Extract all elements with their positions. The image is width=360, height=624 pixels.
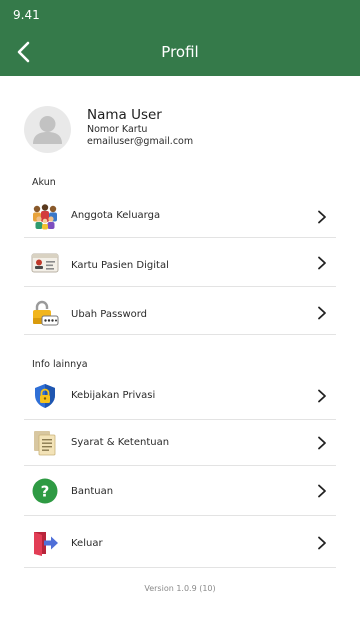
chevron-right-icon [318,389,326,403]
menu-label-change-password: Ubah Password [71,309,148,320]
chevron-right-icon [318,536,326,550]
menu-item-change-password[interactable]: Ubah Password [24,287,336,335]
menu-item-logout[interactable]: Keluar [24,516,336,568]
menu-label-privacy-policy: Kebijakan Privasi [71,390,156,401]
menu-label-terms-conditions: Syarat & Ketentuan [71,437,170,448]
logout-icon [34,532,58,556]
page-title: Profil [161,43,199,61]
status-time: 9.41 [13,8,40,22]
app-version: Version 1.0.9 (10) [144,584,216,593]
avatar [24,106,71,153]
profile-content: Nama User Nomor Kartu emailuser@gmail.co… [0,76,360,624]
menu-label-logout: Keluar [71,538,103,549]
svg-text:?: ? [41,483,50,501]
padlock-icon [33,300,59,326]
menu-label-help: Bantuan [71,486,114,497]
section-label-akun: Akun [32,177,56,188]
menu-label-digital-patient-card: Kartu Pasien Digital [71,260,169,271]
user-email: emailuser@gmail.com [87,136,194,147]
app-bar: 9.41 Profil [0,0,360,76]
chevron-right-icon [318,210,326,224]
terms-document-icon [34,431,56,456]
chevron-right-icon [318,484,326,498]
user-card-number: Nomor Kartu [87,124,148,135]
section-label-info-lainnya: Info lainnya [32,359,88,370]
patient-card-icon [31,253,59,273]
chevron-right-icon [318,436,326,450]
chevron-right-icon [318,306,326,320]
chevron-right-icon [318,256,326,270]
user-name: Nama User [87,107,162,123]
family-icon [33,204,57,230]
menu-item-privacy-policy[interactable]: Kebijakan Privasi [24,374,336,420]
menu-item-digital-patient-card[interactable]: Kartu Pasien Digital [24,238,336,287]
privacy-shield-icon [35,384,55,408]
menu-label-family-members: Anggota Keluarga [71,210,161,221]
user-placeholder-icon [33,116,62,144]
menu-item-terms-conditions[interactable]: Syarat & Ketentuan [24,420,336,466]
menu-item-family-members[interactable]: Anggota Keluarga [24,196,336,238]
help-icon: ? [32,478,58,504]
menu-item-help[interactable]: ? Bantuan [24,466,336,516]
